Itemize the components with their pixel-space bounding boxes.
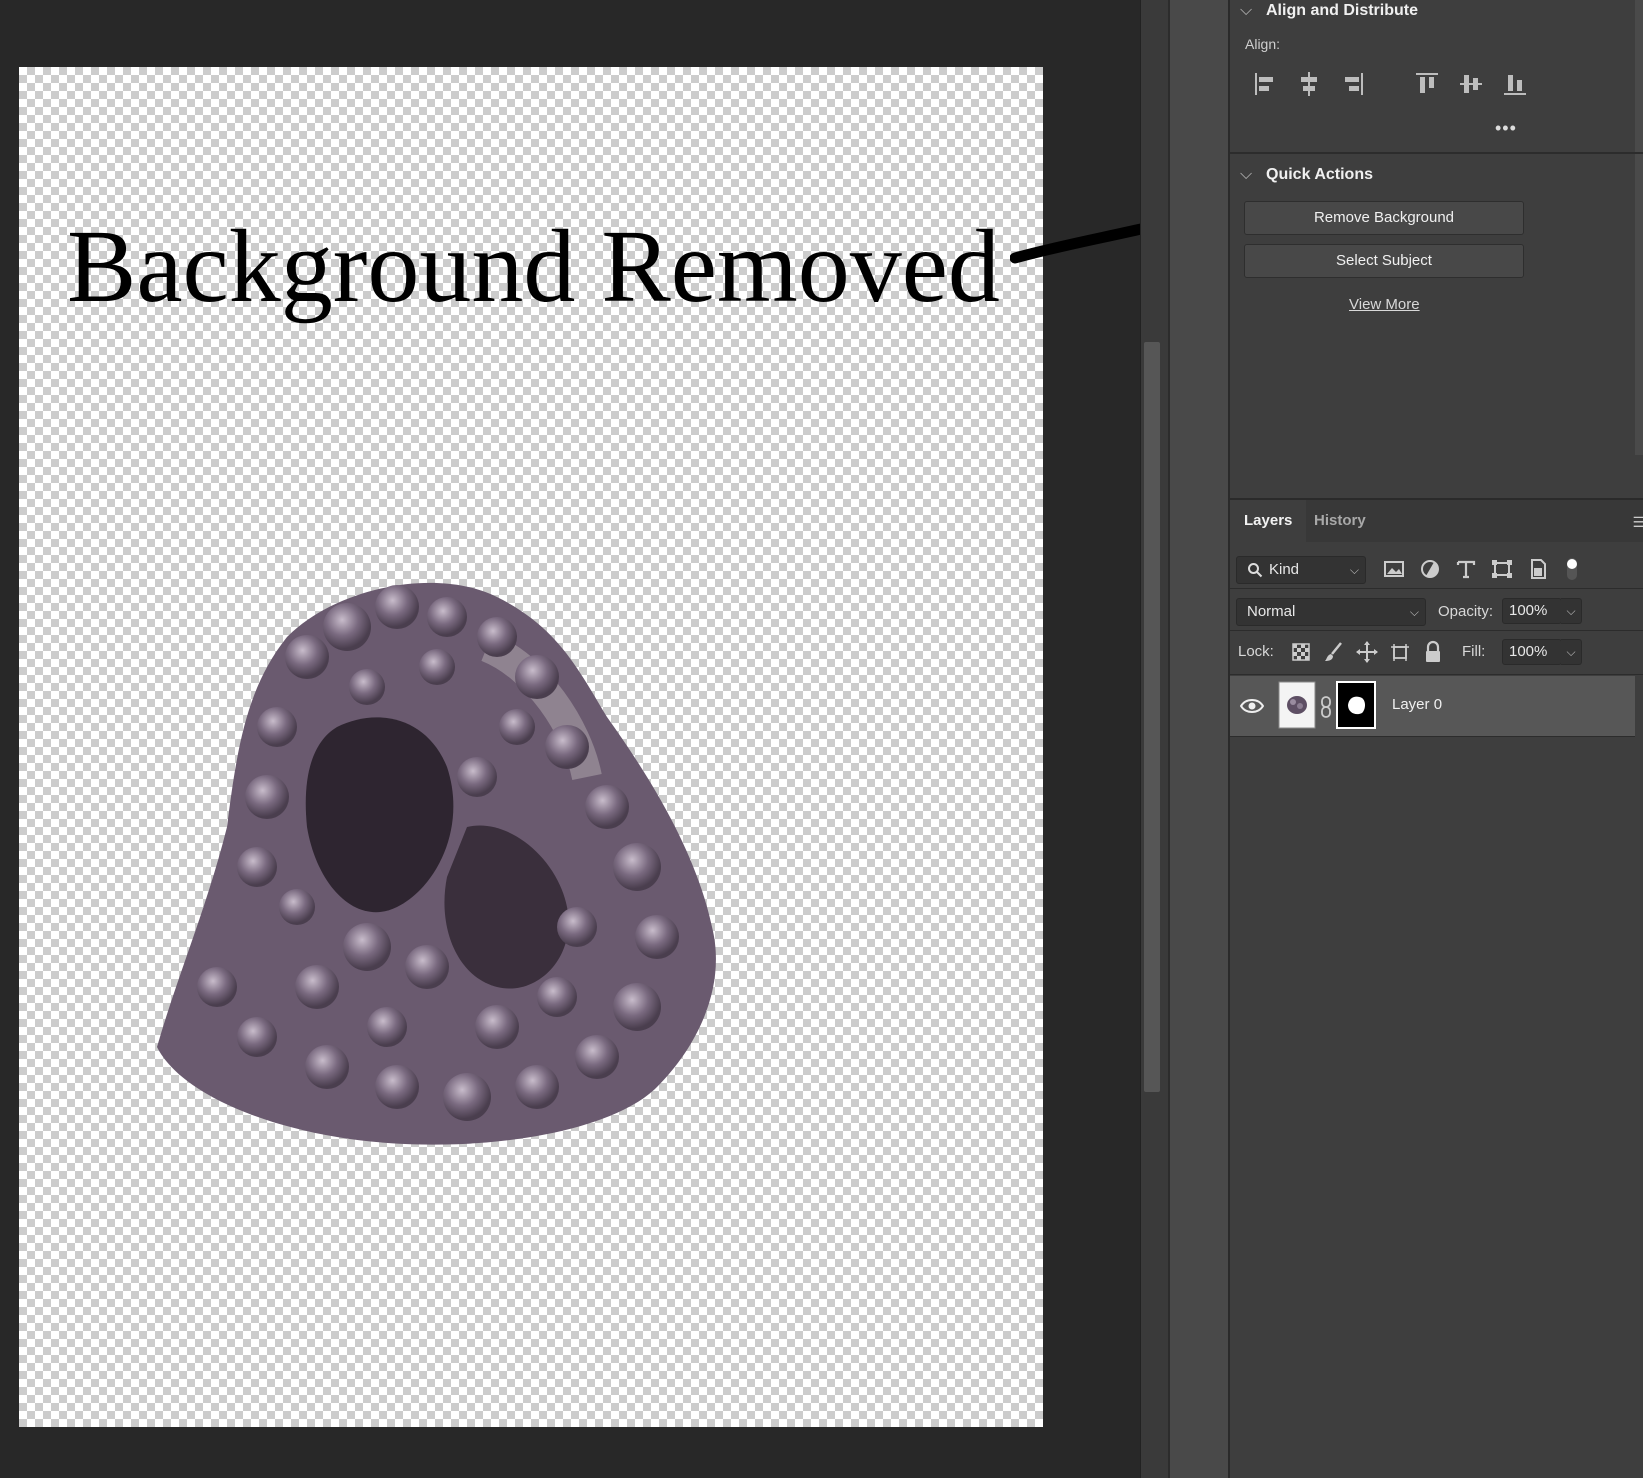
layer-kind-filter[interactable]: Kind ⌵ bbox=[1236, 556, 1366, 584]
row-divider bbox=[1230, 674, 1643, 675]
type-layer-filter-icon[interactable] bbox=[1454, 556, 1478, 582]
panel-scrollbar[interactable] bbox=[1635, 0, 1643, 455]
shape-layer-filter-icon[interactable] bbox=[1490, 556, 1514, 582]
mineral-image bbox=[157, 582, 716, 1145]
prevent-auto-nesting-icon[interactable] bbox=[1389, 640, 1411, 664]
lock-label: Lock: bbox=[1238, 643, 1274, 660]
align-bottom-edges-icon[interactable] bbox=[1502, 70, 1528, 98]
layers-list-empty-area bbox=[1230, 737, 1643, 1478]
quick-actions-title: Quick Actions bbox=[1266, 166, 1373, 183]
blend-mode-value: Normal bbox=[1247, 603, 1296, 620]
blend-mode-select[interactable]: Normal ⌵ bbox=[1236, 598, 1426, 626]
fill-dropdown-icon[interactable]: ⌵ bbox=[1561, 639, 1582, 665]
pixel-layer-filter-icon[interactable] bbox=[1382, 556, 1406, 582]
canvas-scrollbar-thumb[interactable] bbox=[1144, 342, 1160, 1092]
panel-dock-column bbox=[1168, 0, 1228, 1478]
adjustment-layer-filter-icon[interactable] bbox=[1418, 556, 1442, 582]
canvas-annotation-text: Background Removed bbox=[67, 209, 1000, 324]
document-canvas[interactable]: Background Removed bbox=[19, 67, 1043, 1427]
row-divider bbox=[1230, 588, 1643, 589]
opacity-input[interactable]: 100% bbox=[1502, 598, 1562, 624]
align-section-header[interactable]: ⌵ Align and Distribute bbox=[1240, 2, 1418, 20]
align-right-edges-icon[interactable] bbox=[1340, 70, 1366, 98]
section-divider bbox=[1230, 152, 1643, 154]
align-top-edges-icon[interactable] bbox=[1414, 70, 1440, 98]
link-icon[interactable] bbox=[1320, 696, 1332, 718]
layer-row[interactable]: Layer 0 bbox=[1230, 676, 1635, 737]
lock-position-icon[interactable] bbox=[1356, 640, 1378, 664]
fill-input[interactable]: 100% bbox=[1502, 639, 1562, 665]
view-more-link[interactable]: View More bbox=[1349, 296, 1420, 313]
select-subject-button[interactable]: Select Subject bbox=[1244, 244, 1524, 278]
align-horizontal-centers-icon[interactable] bbox=[1296, 70, 1322, 98]
canvas-workspace: Background Removed bbox=[0, 0, 1246, 1478]
lock-image-pixels-icon[interactable] bbox=[1323, 640, 1345, 664]
tab-history[interactable]: History bbox=[1300, 500, 1380, 542]
chevron-down-icon: ⌵ bbox=[1240, 2, 1253, 19]
align-left-edges-icon[interactable] bbox=[1252, 70, 1278, 98]
search-icon bbox=[1248, 563, 1263, 578]
row-divider bbox=[1230, 630, 1643, 631]
filter-toggle-icon[interactable] bbox=[1560, 556, 1584, 582]
chevron-down-icon: ⌵ bbox=[1349, 563, 1359, 577]
remove-background-button[interactable]: Remove Background bbox=[1244, 201, 1524, 235]
layer-mask-thumbnail[interactable] bbox=[1336, 681, 1376, 729]
align-vertical-centers-icon[interactable] bbox=[1458, 70, 1484, 98]
lock-all-icon[interactable] bbox=[1422, 640, 1444, 664]
opacity-label: Opacity: bbox=[1438, 603, 1494, 620]
layers-tab-bar: Layers History ☰ bbox=[1230, 498, 1643, 542]
fill-label: Fill: bbox=[1462, 643, 1486, 660]
align-section-title: Align and Distribute bbox=[1266, 2, 1418, 19]
smart-object-filter-icon[interactable] bbox=[1526, 556, 1550, 582]
align-label: Align: bbox=[1245, 36, 1281, 52]
chevron-down-icon: ⌵ bbox=[1240, 166, 1253, 183]
tab-layers[interactable]: Layers bbox=[1230, 500, 1307, 542]
kind-label: Kind bbox=[1269, 561, 1300, 578]
layer-name[interactable]: Layer 0 bbox=[1392, 696, 1442, 713]
quick-actions-header[interactable]: ⌵ Quick Actions bbox=[1240, 166, 1373, 184]
properties-panel: ⌵ Align and Distribute Align: ••• ⌵ Quick … bbox=[1228, 0, 1643, 1478]
eye-icon[interactable] bbox=[1240, 696, 1264, 716]
more-options-icon[interactable]: ••• bbox=[1495, 118, 1517, 139]
panel-menu-icon[interactable]: ☰ bbox=[1632, 514, 1643, 531]
layer-thumbnail[interactable] bbox=[1278, 681, 1316, 729]
opacity-dropdown-icon[interactable]: ⌵ bbox=[1561, 598, 1582, 624]
chevron-down-icon: ⌵ bbox=[1409, 605, 1419, 619]
lock-transparent-pixels-icon[interactable] bbox=[1290, 640, 1312, 664]
